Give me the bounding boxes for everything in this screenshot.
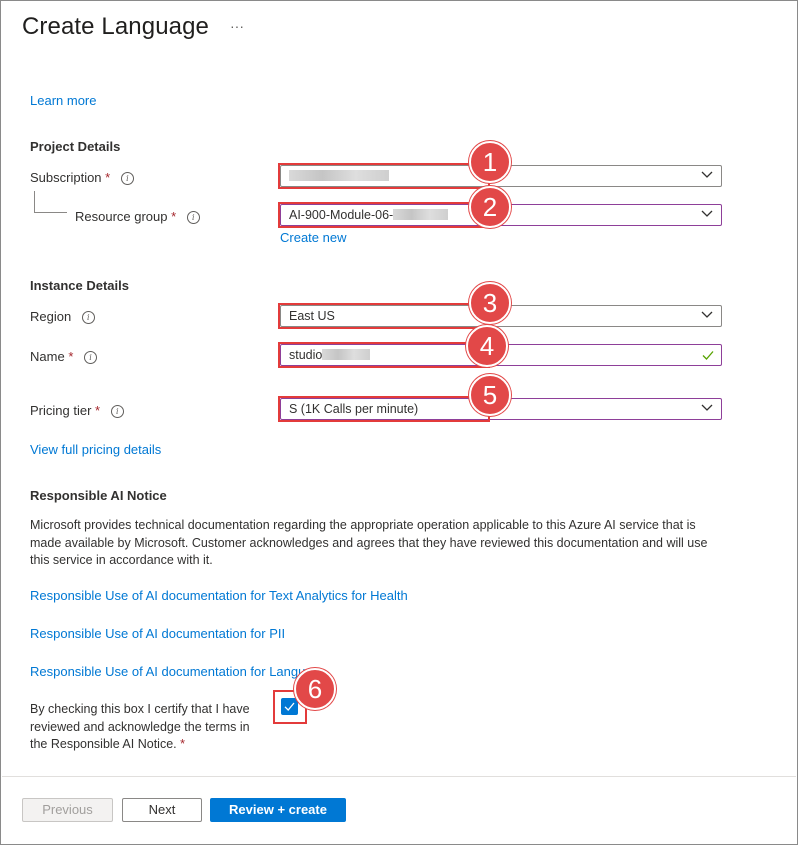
required-marker: * xyxy=(171,209,177,224)
responsible-ai-body: Microsoft provides technical documentati… xyxy=(30,518,708,567)
resource-group-value: AI-900-Module-06- xyxy=(289,208,394,222)
resource-group-label-text: Resource group xyxy=(75,209,168,224)
pricing-tier-label: Pricing tier * i xyxy=(30,403,124,418)
region-label-text: Region xyxy=(30,309,72,324)
chevron-down-icon xyxy=(701,311,713,318)
pricing-tier-value: S (1K Calls per minute) xyxy=(289,402,419,416)
info-icon[interactable]: i xyxy=(120,172,134,185)
callout-badge-2: 2 xyxy=(469,186,511,228)
more-options-button[interactable]: ··· xyxy=(230,18,244,34)
chevron-down-icon xyxy=(701,171,713,178)
subscription-label: Subscription * i xyxy=(30,170,134,185)
footer-divider xyxy=(2,776,796,777)
project-details-heading: Project Details xyxy=(30,139,121,154)
info-icon[interactable]: i xyxy=(84,351,97,364)
required-marker: * xyxy=(68,349,74,364)
certify-text-body: By checking this box I certify that I ha… xyxy=(30,702,250,751)
next-button[interactable]: Next xyxy=(122,798,202,822)
certify-text: By checking this box I certify that I ha… xyxy=(30,701,266,754)
required-marker: * xyxy=(95,403,101,418)
callout-badge-5: 5 xyxy=(469,374,511,416)
text-analytics-health-doc-link[interactable]: Responsible Use of AI documentation for … xyxy=(30,588,408,603)
valid-check-icon xyxy=(702,351,714,360)
name-value: studio xyxy=(289,348,323,362)
language-doc-link[interactable]: Responsible Use of AI documentation for … xyxy=(30,664,305,679)
callout-badge-1: 1 xyxy=(469,141,511,183)
tree-connector xyxy=(34,191,67,213)
learn-more-link[interactable]: Learn more xyxy=(30,93,96,108)
page-title: Create Language xyxy=(22,13,209,40)
create-language-panel: Create Language ··· Learn more Project D… xyxy=(0,0,798,845)
info-icon[interactable]: i xyxy=(110,405,124,418)
instance-details-heading: Instance Details xyxy=(30,278,129,293)
resource-group-label: Resource group * i xyxy=(75,209,200,224)
required-marker: * xyxy=(105,170,111,185)
subscription-label-text: Subscription xyxy=(30,170,102,185)
info-icon[interactable]: i xyxy=(81,311,95,324)
chevron-down-icon xyxy=(701,404,713,411)
certify-checkbox[interactable] xyxy=(281,698,298,715)
chevron-down-icon xyxy=(701,210,713,217)
previous-button[interactable]: Previous xyxy=(22,798,113,822)
redacted-value xyxy=(289,170,389,181)
responsible-ai-heading: Responsible AI Notice xyxy=(30,488,167,503)
view-pricing-link[interactable]: View full pricing details xyxy=(30,442,161,457)
callout-badge-4: 4 xyxy=(466,325,508,367)
pii-doc-link[interactable]: Responsible Use of AI documentation for … xyxy=(30,626,285,641)
redacted-value xyxy=(322,349,371,360)
region-value: East US xyxy=(289,309,335,323)
redacted-value xyxy=(393,209,449,220)
callout-badge-3: 3 xyxy=(469,282,511,324)
pricing-tier-label-text: Pricing tier xyxy=(30,403,92,418)
info-icon[interactable]: i xyxy=(186,211,200,224)
review-create-button[interactable]: Review + create xyxy=(210,798,346,822)
callout-badge-6: 6 xyxy=(294,668,336,710)
region-label: Region i xyxy=(30,309,95,324)
name-label: Name * i xyxy=(30,349,97,364)
checkmark-icon xyxy=(284,702,295,711)
create-new-link[interactable]: Create new xyxy=(280,230,346,245)
required-marker: * xyxy=(180,737,185,751)
name-label-text: Name xyxy=(30,349,65,364)
